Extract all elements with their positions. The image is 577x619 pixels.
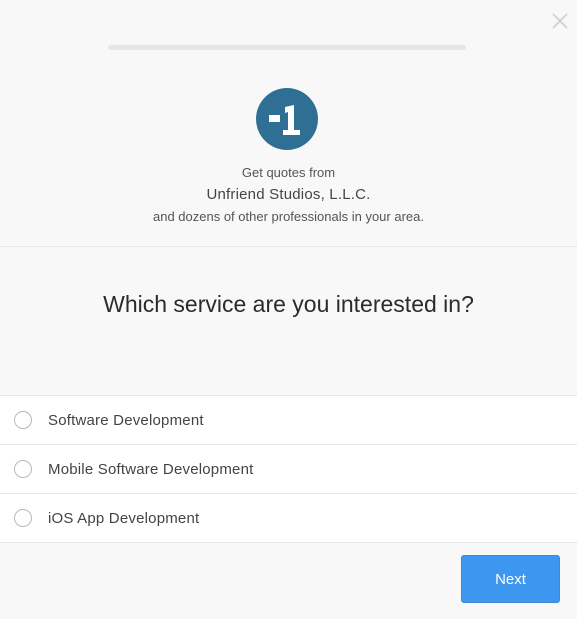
- intro-text: Get quotes from Unfriend Studios, L.L.C.…: [0, 164, 577, 226]
- business-name: Unfriend Studios, L.L.C.: [206, 186, 371, 203]
- close-button[interactable]: [549, 10, 571, 32]
- radio-button[interactable]: [14, 460, 32, 478]
- radio-button[interactable]: [14, 411, 32, 429]
- next-button[interactable]: Next: [461, 555, 560, 603]
- intro-subline: and dozens of other professionals in you…: [152, 209, 424, 224]
- option-label: Software Development: [48, 411, 204, 429]
- radio-button[interactable]: [14, 509, 32, 527]
- intro-line: Get quotes from: [241, 165, 336, 180]
- option-label: Mobile Software Development: [48, 460, 254, 478]
- logo-mark: [269, 105, 300, 135]
- quote-request-modal: Get quotes from Unfriend Studios, L.L.C.…: [0, 0, 577, 619]
- progress-bar: [108, 45, 466, 50]
- question-title: Which service are you interested in?: [103, 291, 474, 317]
- business-logo: [256, 88, 318, 150]
- close-icon[interactable]: [549, 10, 571, 32]
- option-mobile-software-development[interactable]: Mobile Software Development: [0, 445, 577, 494]
- option-software-development[interactable]: Software Development: [0, 396, 577, 445]
- service-options: Software Development Mobile Software Dev…: [0, 395, 577, 543]
- option-ios-app-development[interactable]: iOS App Development: [0, 494, 577, 543]
- option-label: iOS App Development: [48, 509, 200, 527]
- section-divider: [0, 246, 577, 247]
